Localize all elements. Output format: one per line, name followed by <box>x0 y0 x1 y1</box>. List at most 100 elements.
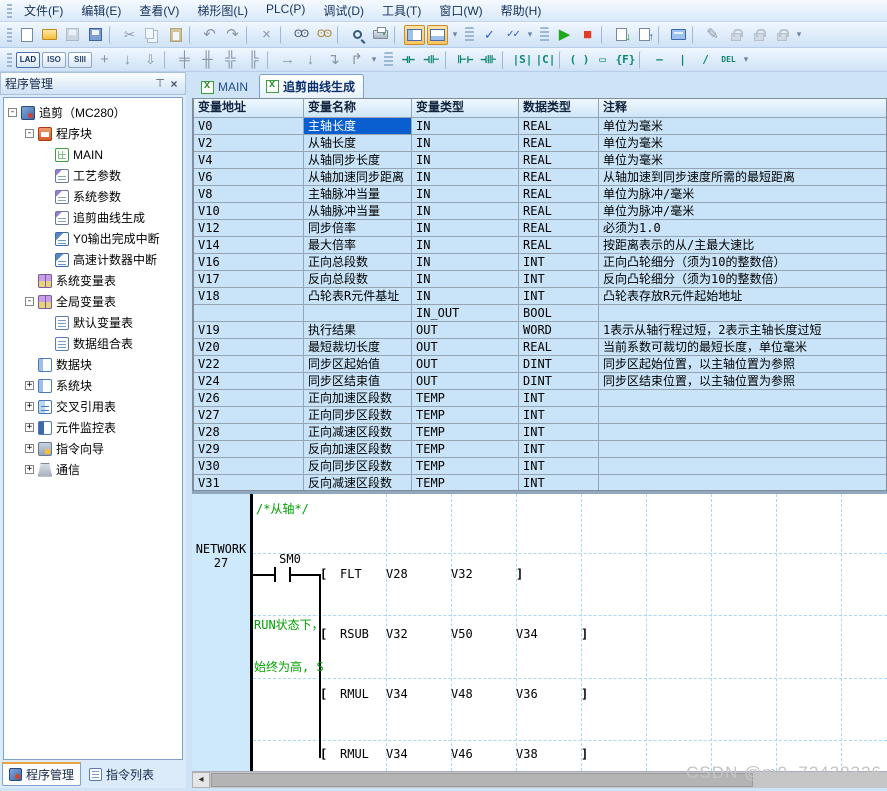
toolbar-separator[interactable] <box>109 25 116 44</box>
toggle-output-panel-icon[interactable] <box>427 24 448 45</box>
cell-address[interactable]: V12 <box>194 220 304 236</box>
set-instruction-icon[interactable]: |S| <box>512 50 533 70</box>
toolbar-grip[interactable] <box>465 26 474 43</box>
menu-item[interactable]: 梯形图(L) <box>188 0 257 21</box>
menu-item[interactable]: 调试(D) <box>314 0 373 21</box>
var-table-row[interactable]: V27 正向同步区段数 TEMP INT <box>194 407 886 424</box>
download-to-plc-icon[interactable] <box>611 25 632 45</box>
var-table-row[interactable]: V6 从轴加速同步距离 IN REAL 从轴加速到同步速度所需的最短距离 <box>194 169 886 186</box>
cell-data-type[interactable]: DINT <box>519 373 599 389</box>
instruction-operand[interactable]: V36 <box>516 687 581 701</box>
line-down-icon[interactable]: ↓ <box>300 50 321 70</box>
find-replace-icon[interactable]: ʘʘ <box>313 25 334 45</box>
cell-comment[interactable] <box>599 441 886 457</box>
tree-item[interactable]: - 程序块 <box>4 123 182 144</box>
ladder-editor[interactable]: NETWORK 27 /*从轴*/ SM0 RUN状态下， 始终为高, S [ … <box>192 494 887 771</box>
lad-view-icon[interactable]: LAD <box>16 51 40 68</box>
cell-comment[interactable] <box>599 424 886 440</box>
contact-open-parallel-icon[interactable]: ⊣⊩ <box>421 50 442 70</box>
var-table-row[interactable]: V26 正向加速区段数 TEMP INT <box>194 390 886 407</box>
cell-comment[interactable]: 同步区结束位置，以主轴位置为参照 <box>599 373 886 389</box>
cell-address[interactable]: V28 <box>194 424 304 440</box>
menu-item[interactable]: 查看(V) <box>130 0 188 21</box>
cell-comment[interactable]: 必须为1.0 <box>599 220 886 236</box>
cell-comment[interactable]: 凸轮表存放R元件起始地址 <box>599 288 886 304</box>
cell-address[interactable]: V16 <box>194 254 304 270</box>
parallel-branch-icon[interactable]: ╬ <box>220 50 241 70</box>
cell-address[interactable]: V29 <box>194 441 304 457</box>
pin-icon[interactable]: ⊤ <box>153 77 167 90</box>
expander-icon[interactable]: + <box>25 465 34 474</box>
instruction-operand[interactable]: V48 <box>451 687 516 701</box>
var-table-row[interactable]: V30 反向同步区段数 TEMP INT <box>194 458 886 475</box>
sfc-view-icon[interactable]: SIII <box>68 51 92 68</box>
tree-item[interactable]: 工艺参数 <box>4 165 182 186</box>
sidebar-footer-tab[interactable]: 程序管理 <box>2 762 82 786</box>
cell-comment[interactable] <box>599 407 886 423</box>
ladder-instruction[interactable]: [ RMUL V34 V48 V36 ] <box>320 686 595 702</box>
toolbar-grip[interactable] <box>540 26 549 43</box>
box-instruction-icon[interactable]: ▭ <box>592 50 613 70</box>
tree-item[interactable]: + 交叉引用表 <box>4 396 182 417</box>
cell-var-type[interactable]: IN <box>412 135 519 151</box>
instruction-operand[interactable]: V32 <box>451 567 516 581</box>
count-instruction-icon[interactable]: |C| <box>535 50 556 70</box>
var-table-row[interactable]: V18 凸轮表R元件基址 IN INT 凸轮表存放R元件起始地址 <box>194 288 886 305</box>
tree-item[interactable]: 系统参数 <box>4 186 182 207</box>
cell-data-type[interactable]: REAL <box>519 203 599 219</box>
cell-comment[interactable] <box>599 475 886 490</box>
tree-item[interactable]: 追剪曲线生成 <box>4 207 182 228</box>
document-tab[interactable]: MAIN <box>194 76 257 98</box>
cell-address[interactable]: V24 <box>194 373 304 389</box>
tree-item[interactable]: 数据组合表 <box>4 333 182 354</box>
toggle-project-panel-icon[interactable] <box>404 24 425 45</box>
cell-name[interactable]: 从轴加速同步距离 <box>304 169 412 185</box>
var-table-row[interactable]: V4 从轴同步长度 IN REAL 单位为毫米 <box>194 152 886 169</box>
cell-var-type[interactable]: OUT <box>412 339 519 355</box>
cell-data-type[interactable]: WORD <box>519 322 599 338</box>
instruction-operand[interactable]: V38 <box>516 747 581 761</box>
tree-item[interactable]: 高速计数器中断 <box>4 249 182 270</box>
contact-closed-icon[interactable]: ⊩⊢ <box>455 50 476 70</box>
tree-item[interactable]: 数据块 <box>4 354 182 375</box>
cell-data-type[interactable]: BOOL <box>519 305 599 321</box>
cell-name[interactable] <box>304 305 412 321</box>
tree-item[interactable]: - 追剪（MC280） <box>4 102 182 123</box>
cell-var-type[interactable]: IN <box>412 254 519 270</box>
cell-name[interactable]: 凸轮表R元件基址 <box>304 288 412 304</box>
cell-address[interactable]: V20 <box>194 339 304 355</box>
cell-var-type[interactable]: IN <box>412 271 519 287</box>
cell-data-type[interactable]: INT <box>519 271 599 287</box>
ladder-instruction[interactable]: [ RMUL V34 V46 V38 ] <box>320 746 595 762</box>
print-icon[interactable] <box>370 25 391 45</box>
cell-comment[interactable]: 单位为毫米 <box>599 152 886 168</box>
cell-data-type[interactable]: REAL <box>519 169 599 185</box>
cell-address[interactable]: V4 <box>194 152 304 168</box>
toolbar-separator[interactable] <box>280 25 287 44</box>
insert-row-icon[interactable]: ↓ <box>117 50 138 70</box>
var-table-row[interactable]: V28 正向减速区段数 TEMP INT <box>194 424 886 441</box>
rung-comment[interactable]: /*从轴*/ <box>256 502 309 516</box>
save-all-icon[interactable] <box>85 25 106 45</box>
toolbar-overflow-icon[interactable]: ▾ <box>450 25 460 45</box>
cell-address[interactable] <box>194 305 304 321</box>
cell-comment[interactable] <box>599 390 886 406</box>
cell-data-type[interactable]: REAL <box>519 220 599 236</box>
edit-mode-icon[interactable]: ✎ <box>702 25 723 45</box>
var-table-row[interactable]: IN_OUT BOOL <box>194 305 886 322</box>
cell-comment[interactable]: 单位为脉冲/毫米 <box>599 186 886 202</box>
branch-open-icon[interactable]: ╪ <box>174 50 195 70</box>
tree-item[interactable]: + 系统块 <box>4 375 182 396</box>
menu-item[interactable]: 编辑(E) <box>72 0 130 21</box>
var-table-row[interactable]: V14 最大倍率 IN REAL 按距离表示的从/主最大速比 <box>194 237 886 254</box>
cell-comment[interactable]: 1表示从轴行程过短，2表示主轴长度过短 <box>599 322 886 338</box>
column-header[interactable]: 变量名称 <box>304 99 412 117</box>
tree-item[interactable]: - 全局变量表 <box>4 291 182 312</box>
cell-data-type[interactable]: INT <box>519 390 599 406</box>
tree-item[interactable]: + 指令向导 <box>4 438 182 459</box>
instruction-operand[interactable]: V34 <box>516 627 581 641</box>
close-icon[interactable]: × <box>167 77 181 91</box>
toolbar-separator[interactable] <box>394 25 401 44</box>
coil-icon[interactable]: ( ) <box>569 50 590 70</box>
function-instruction-icon[interactable]: {F} <box>615 50 636 70</box>
